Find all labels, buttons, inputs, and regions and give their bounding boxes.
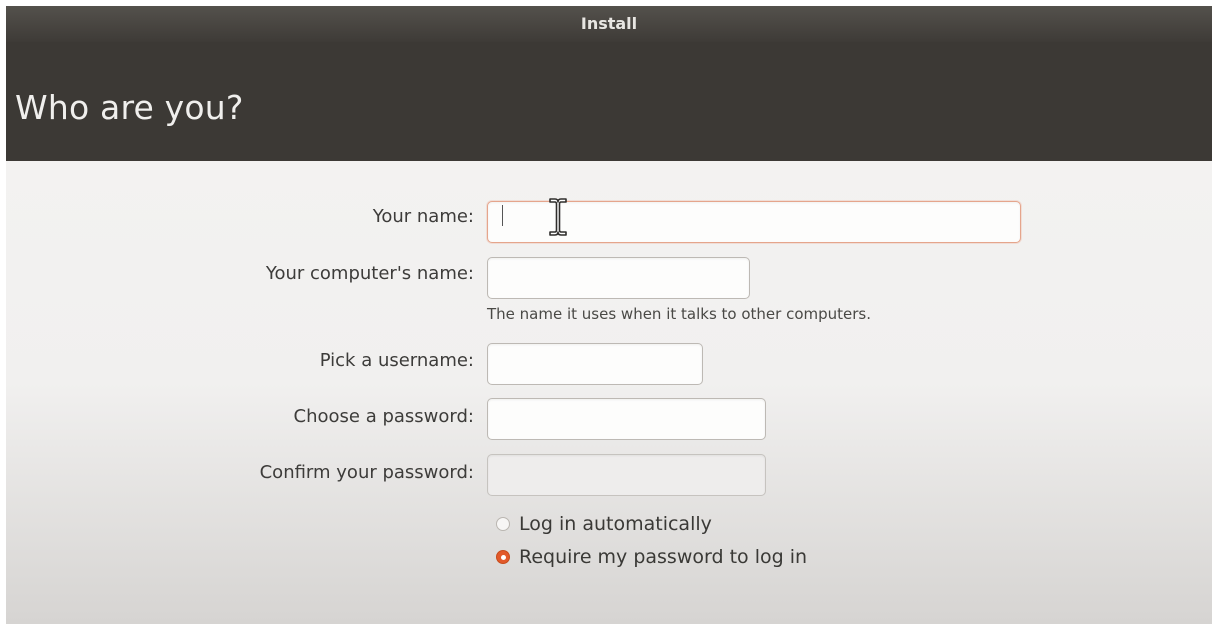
- confirm-password-input[interactable]: [487, 454, 766, 496]
- confirm-password-label: Confirm your password:: [259, 462, 474, 483]
- password-input[interactable]: [487, 398, 766, 440]
- username-label: Pick a username:: [319, 350, 474, 371]
- login-automatically-label: Log in automatically: [519, 513, 712, 535]
- installer-window: Install Who are you? Your name: Your com…: [6, 6, 1212, 624]
- window-title: Install: [580, 14, 638, 33]
- computer-name-hint: The name it uses when it talks to other …: [487, 305, 872, 323]
- text-caret: [502, 205, 503, 226]
- i-beam-cursor-icon: [549, 198, 567, 236]
- login-automatically-option[interactable]: Log in automatically: [496, 511, 712, 537]
- username-input[interactable]: [487, 343, 703, 385]
- title-bar[interactable]: Install: [6, 6, 1212, 42]
- radio-selected-icon[interactable]: [496, 550, 510, 564]
- page-title: Who are you?: [15, 88, 244, 127]
- require-password-option[interactable]: Require my password to log in: [496, 544, 807, 570]
- computer-name-input[interactable]: [487, 257, 750, 299]
- page-header: Who are you?: [6, 42, 1212, 161]
- radio-unselected-icon[interactable]: [496, 517, 510, 531]
- user-form: Your name: Your computer's name: The nam…: [6, 161, 1212, 624]
- password-label: Choose a password:: [293, 406, 474, 427]
- require-password-label: Require my password to log in: [519, 546, 808, 568]
- your-name-label: Your name:: [372, 206, 474, 227]
- computer-name-label: Your computer's name:: [265, 263, 474, 284]
